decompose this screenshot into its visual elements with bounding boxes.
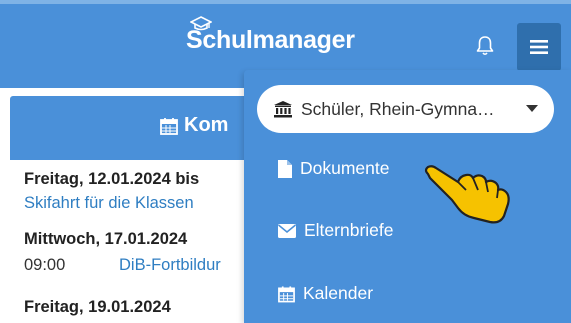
menu-item-label: Dokumente	[300, 158, 390, 178]
event-link[interactable]: DiB-Fortbildur	[119, 256, 221, 275]
event-date: Freitag, 12.01.2024 bis	[24, 170, 200, 188]
institution-icon	[274, 101, 292, 118]
event-date: Freitag, 19.01.2024	[24, 298, 171, 316]
menu-item-kalender[interactable]: Kalender	[278, 283, 373, 304]
event-time: 09:00	[24, 256, 66, 274]
pointing-hand-icon	[424, 165, 510, 224]
hamburger-menu-button[interactable]	[517, 23, 561, 71]
card-title-text: Kom	[184, 114, 229, 136]
file-icon	[278, 159, 292, 178]
school-selector[interactable]: Schüler, Rhein-Gymna…	[257, 85, 554, 133]
menu-item-dokumente[interactable]: Dokumente	[278, 158, 390, 179]
hamburger-icon	[530, 40, 548, 54]
menu-item-elternbriefe[interactable]: Elternbriefe	[278, 220, 394, 241]
graduation-cap-icon	[190, 16, 212, 31]
envelope-icon	[278, 223, 296, 238]
event-date: Mittwoch, 17.01.2024	[24, 230, 188, 248]
menu-item-label: Elternbriefe	[304, 220, 394, 240]
calendar-icon	[160, 117, 178, 135]
chevron-down-icon	[526, 105, 538, 112]
event-link[interactable]: Skifahrt für die Klassen	[24, 194, 194, 213]
bell-icon[interactable]	[473, 34, 497, 58]
menu-item-label: Kalender	[303, 283, 374, 303]
app-brand[interactable]: Schulmanager	[186, 16, 355, 60]
card-title: Kom	[160, 114, 228, 137]
nav-dropdown-menu: Schüler, Rhein-Gymna… Dokumente Elternbr…	[244, 70, 571, 323]
calendar-icon	[278, 285, 295, 302]
school-selector-label: Schüler, Rhein-Gymna…	[301, 98, 495, 119]
